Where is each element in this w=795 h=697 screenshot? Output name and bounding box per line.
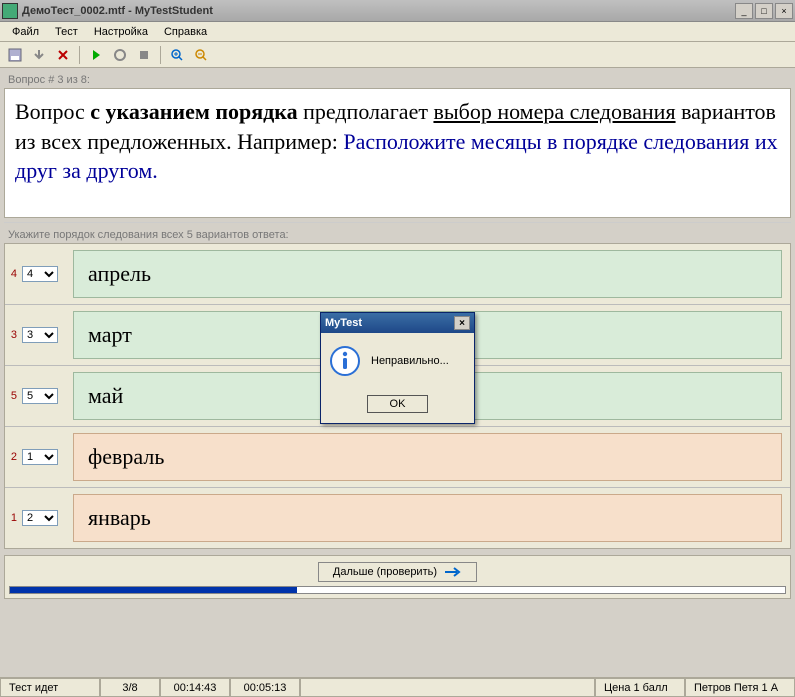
title-bar: ДемоТест_0002.mtf - MyTestStudent _ □ × <box>0 0 795 22</box>
down-icon[interactable] <box>28 44 50 66</box>
order-select[interactable]: 3 <box>22 327 58 343</box>
separator <box>160 46 161 64</box>
instruction-label: Укажите порядок следования всех 5 вариан… <box>4 222 791 243</box>
status-price: Цена 1 балл <box>595 678 685 697</box>
menu-help[interactable]: Справка <box>156 24 215 40</box>
dialog-footer: OK <box>321 389 474 423</box>
status-bar: Тест идет 3/8 00:14:43 00:05:13 Цена 1 б… <box>0 677 795 697</box>
separator <box>79 46 80 64</box>
answer-text[interactable]: апрель <box>73 250 782 298</box>
next-button[interactable]: Дальше (проверить) <box>318 562 477 582</box>
toolbar <box>0 42 795 68</box>
dialog: MyTest × Неправильно... OK <box>320 312 475 424</box>
minimize-button[interactable]: _ <box>735 3 753 19</box>
dialog-titlebar[interactable]: MyTest × <box>321 313 474 333</box>
stop-icon[interactable] <box>133 44 155 66</box>
answer-row: 12 январь <box>5 488 790 548</box>
question-text: Вопрос с указанием порядка предполагает … <box>4 88 791 218</box>
cancel-icon[interactable] <box>52 44 74 66</box>
app-icon <box>2 3 18 19</box>
zoom-in-icon[interactable] <box>166 44 188 66</box>
status-time2: 00:05:13 <box>230 678 300 697</box>
question-part: Вопрос <box>15 99 90 124</box>
progress-area: Дальше (проверить) <box>4 555 791 599</box>
status-user: Петров Петя 1 А <box>685 678 795 697</box>
answer-row: 44 апрель <box>5 244 790 305</box>
menu-file[interactable]: Файл <box>4 24 47 40</box>
row-select-wrap: 1 <box>19 449 61 465</box>
question-bold: с указанием порядка <box>90 99 297 124</box>
row-number: 2 <box>5 451 19 463</box>
row-number: 4 <box>5 268 19 280</box>
row-select-wrap: 5 <box>19 388 61 404</box>
status-state: Тест идет <box>0 678 100 697</box>
info-icon <box>329 345 361 377</box>
dialog-ok-button[interactable]: OK <box>367 395 429 413</box>
menu-settings[interactable]: Настройка <box>86 24 156 40</box>
question-part: предполагает <box>298 99 434 124</box>
answer-row: 21 февраль <box>5 427 790 488</box>
row-number: 3 <box>5 329 19 341</box>
dialog-body: Неправильно... <box>321 333 474 389</box>
row-select-wrap: 3 <box>19 327 61 343</box>
status-progress: 3/8 <box>100 678 160 697</box>
dialog-title: MyTest <box>325 317 362 329</box>
close-button[interactable]: × <box>775 3 793 19</box>
status-spacer <box>300 678 595 697</box>
row-number: 5 <box>5 390 19 402</box>
row-select-wrap: 4 <box>19 266 61 282</box>
zoom-out-icon[interactable] <box>190 44 212 66</box>
order-select[interactable]: 2 <box>22 510 58 526</box>
window-title: ДемоТест_0002.mtf - MyTestStudent <box>22 5 733 17</box>
progress-fill <box>10 587 297 593</box>
order-select[interactable]: 5 <box>22 388 58 404</box>
play-icon[interactable] <box>85 44 107 66</box>
answer-text[interactable]: январь <box>73 494 782 542</box>
maximize-button[interactable]: □ <box>755 3 773 19</box>
answer-text[interactable]: февраль <box>73 433 782 481</box>
order-select[interactable]: 1 <box>22 449 58 465</box>
arrow-right-icon <box>444 567 462 577</box>
question-counter: Вопрос # 3 из 8: <box>4 72 791 88</box>
question-underline: выбор номера следования <box>433 99 675 124</box>
menu-bar: Файл Тест Настройка Справка <box>0 22 795 42</box>
next-button-label: Дальше (проверить) <box>333 566 437 578</box>
row-select-wrap: 2 <box>19 510 61 526</box>
order-select[interactable]: 4 <box>22 266 58 282</box>
progress-bar <box>9 586 786 594</box>
dialog-close-button[interactable]: × <box>454 316 470 330</box>
dialog-message: Неправильно... <box>371 355 449 367</box>
status-time1: 00:14:43 <box>160 678 230 697</box>
row-number: 1 <box>5 512 19 524</box>
menu-test[interactable]: Тест <box>47 24 86 40</box>
record-icon[interactable] <box>109 44 131 66</box>
save-icon[interactable] <box>4 44 26 66</box>
